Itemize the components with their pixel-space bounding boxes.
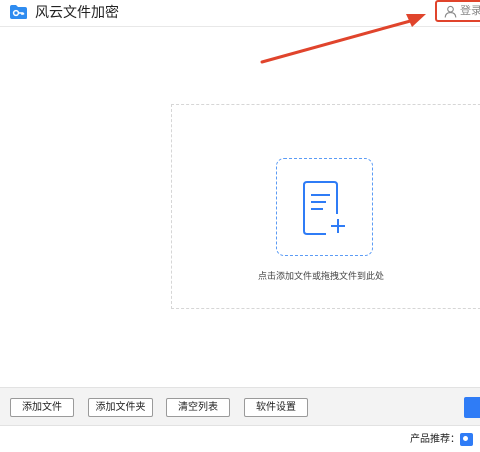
product-recommend-label: 产品推荐： (410, 434, 460, 445)
app-title: 风云文件加密 (35, 5, 119, 21)
add-file-button[interactable]: 添加文件 (10, 398, 74, 417)
login-button[interactable]: 登录 (435, 0, 480, 22)
drop-hint-text: 点击添加文件或拖拽文件到此处 (257, 272, 384, 282)
key-folder-icon (10, 5, 27, 19)
app-icon[interactable] (460, 433, 473, 446)
clear-list-button[interactable]: 清空列表 (166, 398, 230, 417)
footer: 产品推荐： (0, 426, 480, 452)
file-plus-icon (303, 181, 345, 235)
login-label: 登录 (460, 4, 480, 17)
add-folder-button[interactable]: 添加文件夹 (88, 398, 153, 417)
settings-button[interactable]: 软件设置 (244, 398, 308, 417)
bottom-toolbar: 添加文件 添加文件夹 清空列表 软件设置 (0, 387, 480, 426)
add-file-tile[interactable] (276, 158, 373, 256)
user-icon (444, 5, 457, 18)
primary-action-button[interactable] (464, 397, 480, 418)
title-bar: 风云文件加密 登录 (0, 0, 480, 27)
